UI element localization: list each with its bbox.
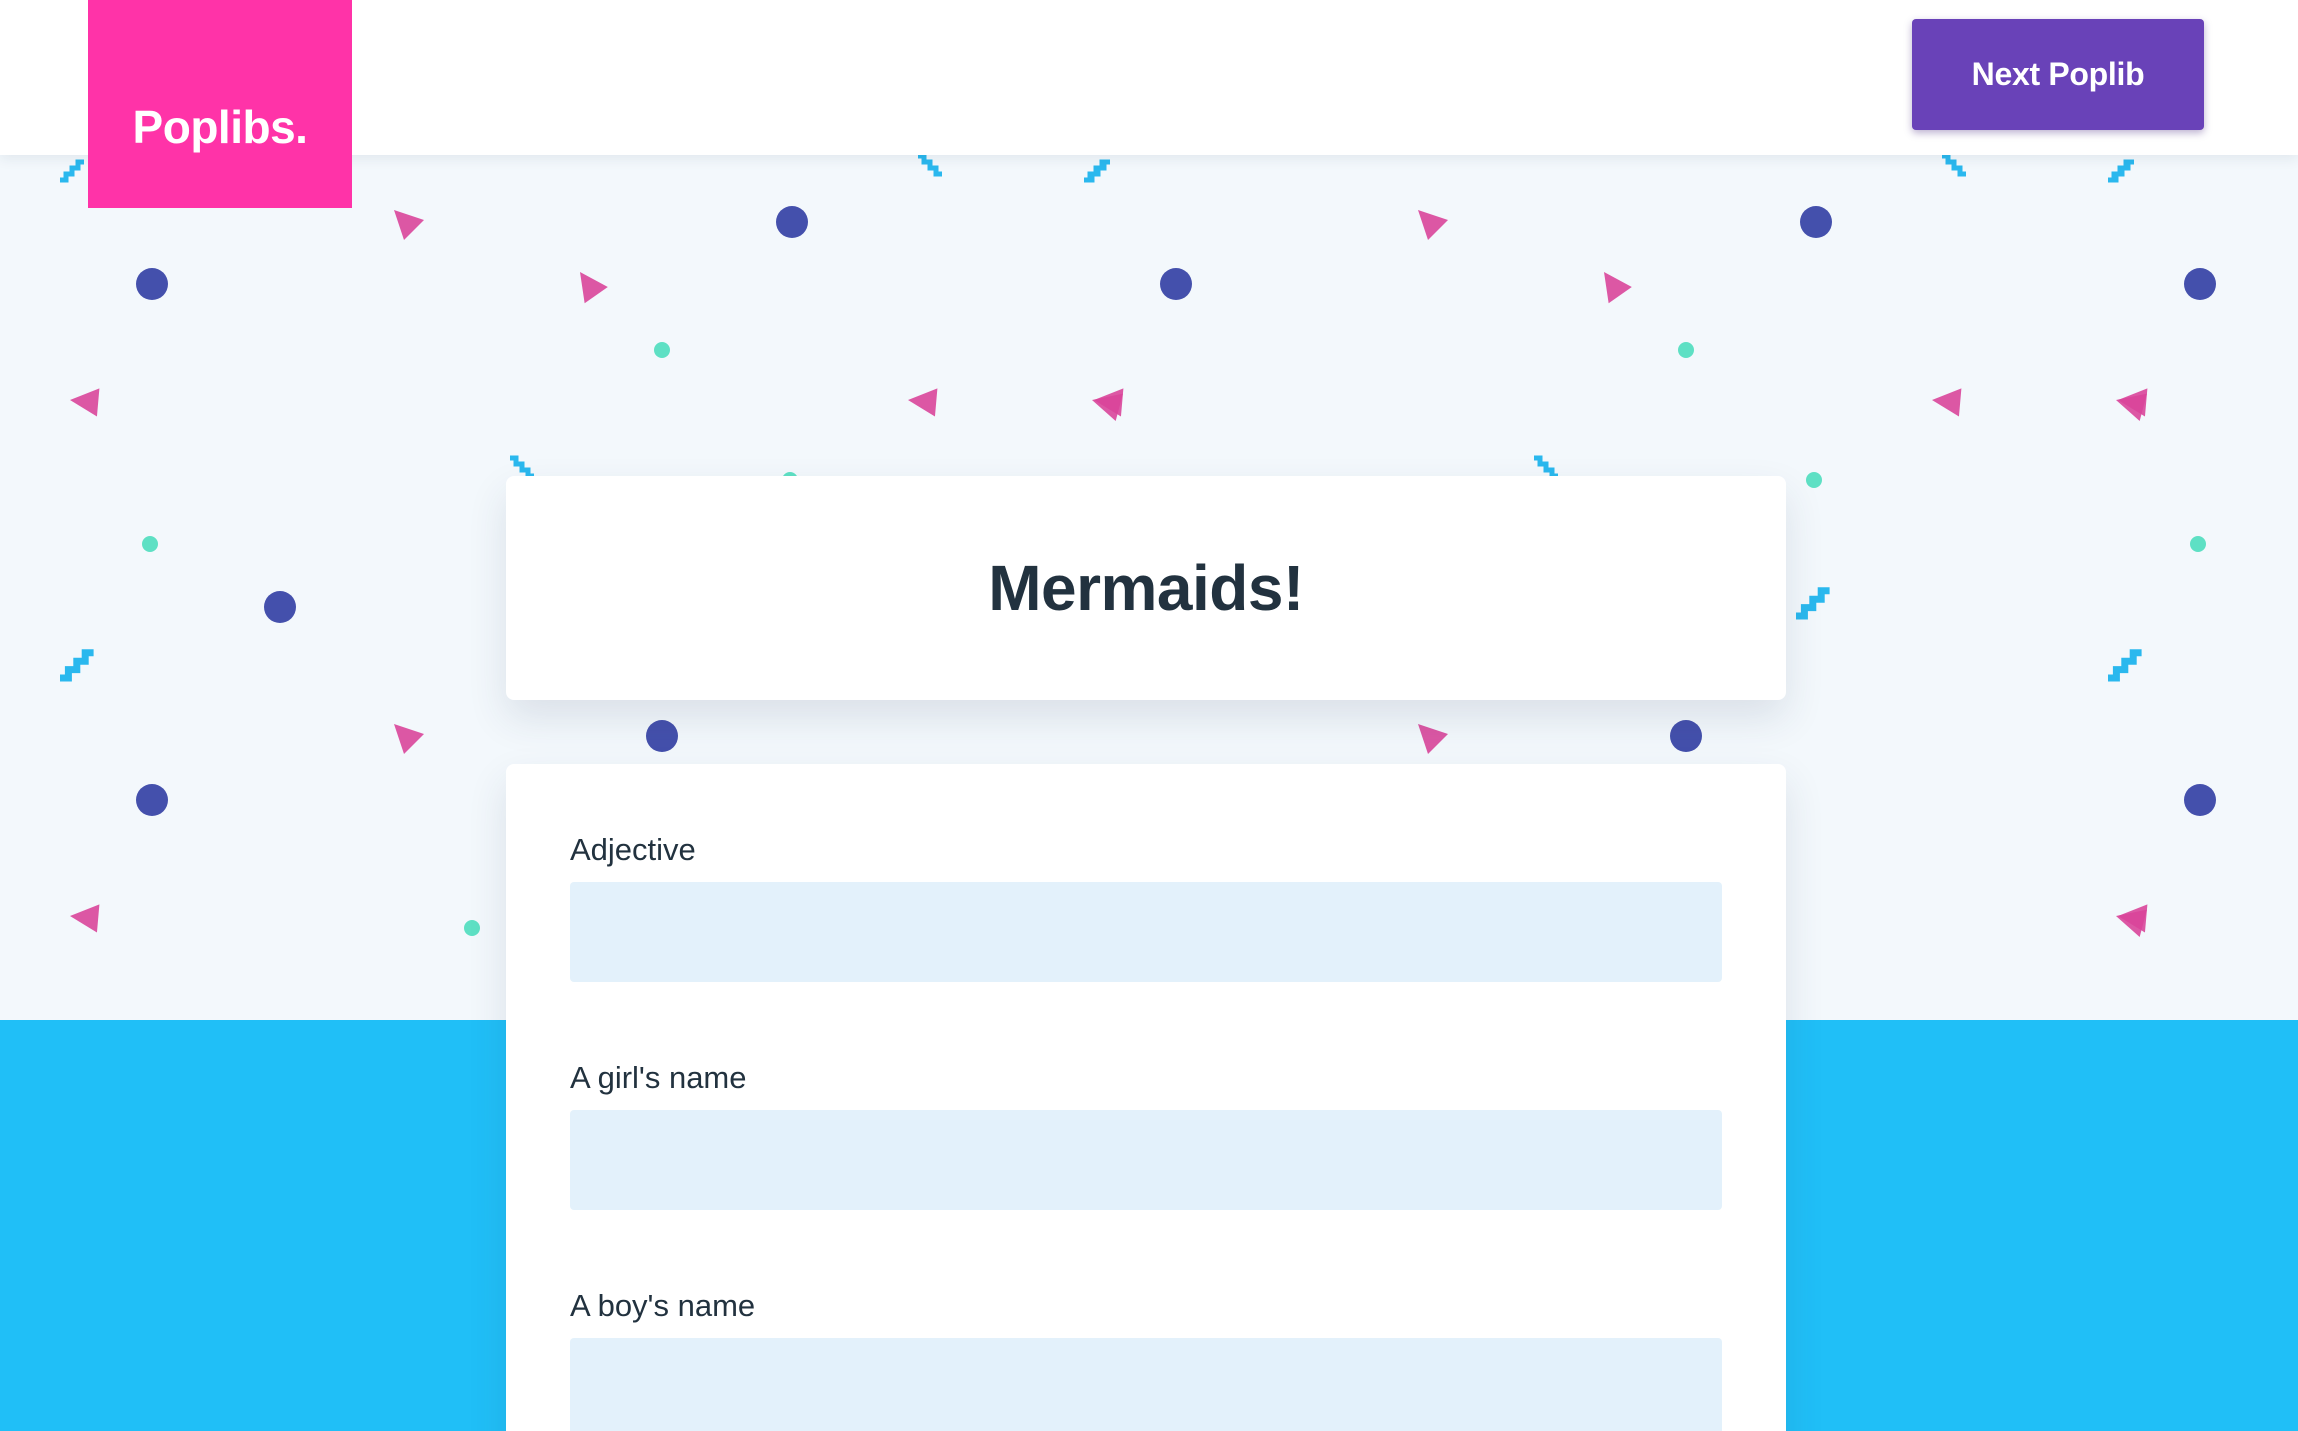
field-boys-name: A boy's name: [570, 1286, 1722, 1431]
confetti-tile-3: [2108, 156, 2298, 942]
field-label: A boy's name: [570, 1288, 756, 1323]
field-adjective: Adjective: [570, 830, 1722, 982]
title-card: Mermaids!: [506, 476, 1786, 700]
logo[interactable]: Poplibs.: [88, 0, 352, 208]
adjective-input[interactable]: [570, 882, 1722, 982]
next-poplib-button[interactable]: Next Poplib: [1912, 19, 2204, 130]
logo-text: Poplibs.: [132, 101, 308, 153]
poplib-form: Adjective A girl's name A boy's name: [506, 764, 1786, 1431]
field-label: A girl's name: [570, 1060, 747, 1095]
page: Poplibs. Next Poplib Mermaids! Adjective…: [0, 0, 2298, 1431]
poplib-title: Mermaids!: [988, 552, 1304, 624]
girls-name-input[interactable]: [570, 1110, 1722, 1210]
boys-name-input[interactable]: [570, 1338, 1722, 1431]
field-label: Adjective: [570, 832, 696, 867]
field-girls-name: A girl's name: [570, 1058, 1722, 1210]
